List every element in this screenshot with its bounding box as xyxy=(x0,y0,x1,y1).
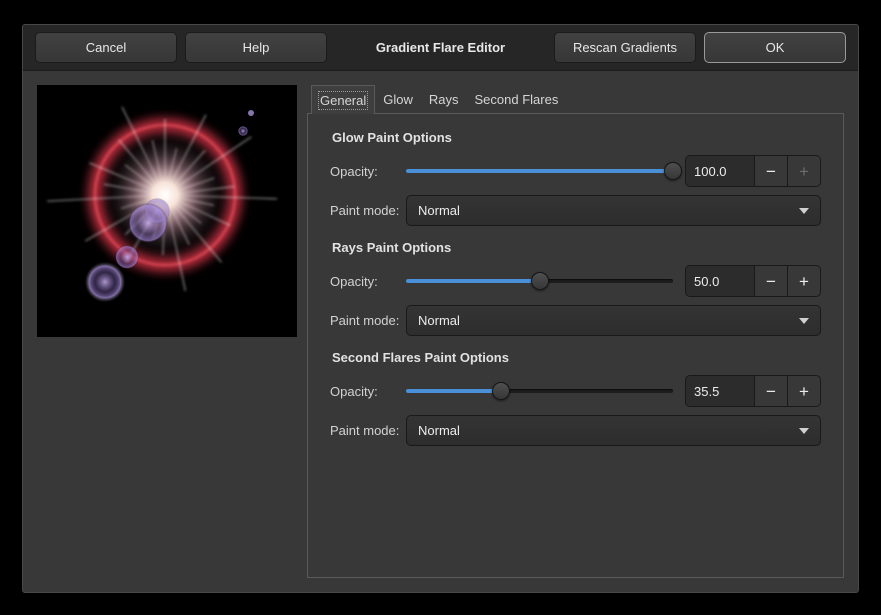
section-heading: Rays Paint Options xyxy=(332,240,819,255)
opacity-label: Opacity: xyxy=(330,384,406,399)
gradient-flare-editor-window: Cancel Help Gradient Flare Editor Rescan… xyxy=(22,24,859,593)
rays-opacity-slider[interactable] xyxy=(406,266,673,296)
paint-mode-label: Paint mode: xyxy=(330,423,406,438)
second-flares-paint-mode-row: Paint mode: Normal xyxy=(330,415,821,446)
dialog-header: Cancel Help Gradient Flare Editor Rescan… xyxy=(23,25,858,71)
dropdown-arrow-icon xyxy=(799,318,809,324)
editor-right-column: General Glow Rays Second Flares Glow Pai… xyxy=(307,85,844,578)
second-flares-paint-mode-dropdown[interactable]: Normal xyxy=(406,415,821,446)
slider-fill xyxy=(406,169,673,173)
minus-icon: − xyxy=(766,273,776,290)
tab-bar: General Glow Rays Second Flares xyxy=(307,85,844,113)
general-tab-panel: Glow Paint Options Opacity: 100.0 − + xyxy=(307,113,844,578)
paint-mode-label: Paint mode: xyxy=(330,203,406,218)
second-flares-opacity-spinbutton: 35.5 − + xyxy=(685,375,821,407)
paint-mode-value: Normal xyxy=(418,203,460,218)
second-flares-opacity-row: Opacity: 35.5 − + xyxy=(330,375,821,407)
tab-glow-label: Glow xyxy=(383,92,413,107)
minus-icon: − xyxy=(766,163,776,180)
opacity-label: Opacity: xyxy=(330,164,406,179)
dropdown-arrow-icon xyxy=(799,208,809,214)
glow-paint-options-section: Glow Paint Options Opacity: 100.0 − + xyxy=(330,130,821,226)
rays-opacity-decrease-button[interactable]: − xyxy=(754,266,787,296)
tab-glow[interactable]: Glow xyxy=(375,85,421,113)
section-heading: Glow Paint Options xyxy=(332,130,819,145)
slider-handle[interactable] xyxy=(664,162,682,180)
section-heading: Second Flares Paint Options xyxy=(332,350,819,365)
slider-track xyxy=(406,169,673,173)
second-flares-opacity-increase-button[interactable]: + xyxy=(787,376,820,406)
rays-opacity-increase-button[interactable]: + xyxy=(787,266,820,296)
flare-preview-image xyxy=(37,85,297,337)
opacity-label: Opacity: xyxy=(330,274,406,289)
glow-opacity-value[interactable]: 100.0 xyxy=(686,156,754,186)
slider-fill xyxy=(406,279,540,283)
minus-icon: − xyxy=(766,383,776,400)
rays-opacity-spinbutton: 50.0 − + xyxy=(685,265,821,297)
dialog-title: Gradient Flare Editor xyxy=(335,40,546,55)
help-button[interactable]: Help xyxy=(185,32,327,63)
dialog-content: General Glow Rays Second Flares Glow Pai… xyxy=(23,71,858,592)
glow-opacity-row: Opacity: 100.0 − + xyxy=(330,155,821,187)
glow-paint-mode-row: Paint mode: Normal xyxy=(330,195,821,226)
slider-handle[interactable] xyxy=(492,382,510,400)
glow-opacity-spinbutton: 100.0 − + xyxy=(685,155,821,187)
tab-rays[interactable]: Rays xyxy=(421,85,467,113)
rays-paint-options-section: Rays Paint Options Opacity: 50.0 − + xyxy=(330,240,821,336)
flare-preview xyxy=(37,85,297,337)
dropdown-arrow-icon xyxy=(799,428,809,434)
glow-paint-mode-dropdown[interactable]: Normal xyxy=(406,195,821,226)
glow-opacity-increase-button[interactable]: + xyxy=(787,156,820,186)
slider-handle[interactable] xyxy=(531,272,549,290)
second-flares-opacity-slider[interactable] xyxy=(406,376,673,406)
paint-mode-value: Normal xyxy=(418,313,460,328)
slider-track xyxy=(406,389,673,393)
rays-opacity-value[interactable]: 50.0 xyxy=(686,266,754,296)
rays-opacity-row: Opacity: 50.0 − + xyxy=(330,265,821,297)
plus-icon: + xyxy=(799,383,809,400)
ok-button[interactable]: OK xyxy=(704,32,846,63)
glow-opacity-decrease-button[interactable]: − xyxy=(754,156,787,186)
tab-general[interactable]: General xyxy=(311,85,375,114)
rays-paint-mode-dropdown[interactable]: Normal xyxy=(406,305,821,336)
tab-rays-label: Rays xyxy=(429,92,459,107)
rays-paint-mode-row: Paint mode: Normal xyxy=(330,305,821,336)
tab-second-flares-label: Second Flares xyxy=(475,92,559,107)
second-flares-opacity-value[interactable]: 35.5 xyxy=(686,376,754,406)
paint-mode-value: Normal xyxy=(418,423,460,438)
cancel-button[interactable]: Cancel xyxy=(35,32,177,63)
second-flares-opacity-decrease-button[interactable]: − xyxy=(754,376,787,406)
tab-general-label: General xyxy=(320,93,366,108)
plus-icon: + xyxy=(799,163,809,180)
paint-mode-label: Paint mode: xyxy=(330,313,406,328)
second-flares-paint-options-section: Second Flares Paint Options Opacity: 35.… xyxy=(330,350,821,446)
plus-icon: + xyxy=(799,273,809,290)
glow-opacity-slider[interactable] xyxy=(406,156,673,186)
slider-fill xyxy=(406,389,501,393)
rescan-gradients-button[interactable]: Rescan Gradients xyxy=(554,32,696,63)
tab-second-flares[interactable]: Second Flares xyxy=(467,85,567,113)
